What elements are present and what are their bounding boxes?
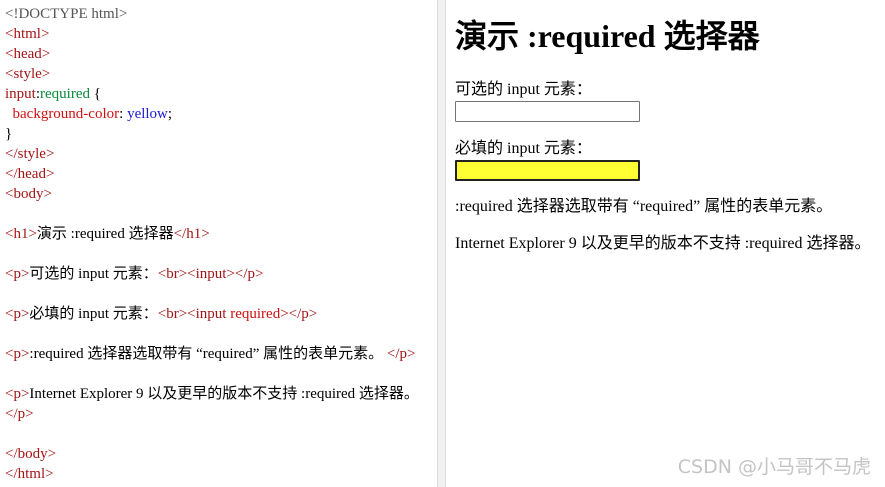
code-line[interactable]: ​: [5, 244, 419, 264]
code-line[interactable]: ​: [5, 424, 419, 444]
code-line[interactable]: ​: [5, 324, 419, 344]
csdn-watermark: CSDN @小马哥不马虎: [677, 456, 871, 478]
code-token: Internet Explorer 9 以及更早的版本不支持 :required…: [29, 386, 419, 402]
code-token: <p>: [5, 266, 30, 282]
code-token: input: [5, 86, 36, 102]
preview-pane: 演示 :required 选择器 可选的 input 元素： 必填的 input…: [446, 0, 885, 487]
code-line[interactable]: <!DOCTYPE html>: [5, 4, 419, 24]
code-token: required: [230, 306, 281, 322]
optional-input-paragraph: 可选的 input 元素：: [455, 80, 640, 122]
code-token: <p>: [5, 306, 30, 322]
code-editor-pane[interactable]: <!DOCTYPE html> <html> <head> <style> input:…: [0, 0, 437, 487]
code-token: </style>: [5, 146, 55, 162]
code-line[interactable]: <p>必填的 input 元素：<br><input required></p>: [5, 304, 419, 324]
code-line[interactable]: <p>可选的 input 元素：<br><input></p>: [5, 264, 419, 284]
code-line[interactable]: ​: [5, 284, 419, 304]
code-token: </h1>: [173, 226, 210, 242]
code-line[interactable]: </style>: [5, 144, 419, 164]
code-line[interactable]: <h1>演示 :required 选择器</h1>: [5, 224, 419, 244]
code-token: :required 选择器选取带有 “required” 属性的表单元素。: [29, 346, 387, 362]
code-line[interactable]: <head>: [5, 44, 419, 64]
code-token: </p>: [386, 346, 416, 362]
code-token: background-color: [12, 106, 120, 122]
code-token: 必填的 input 元素：: [29, 306, 158, 322]
code-token: <head>: [5, 46, 51, 62]
code-token: 可选的 input 元素：: [29, 266, 158, 282]
code-token: <h1>: [5, 226, 37, 242]
code-line[interactable]: }: [5, 124, 419, 144]
code-token: <p>: [5, 386, 30, 402]
code-token: }: [5, 126, 13, 142]
code-line[interactable]: <style>: [5, 64, 419, 84]
code-lines[interactable]: <!DOCTYPE html> <html> <head> <style> input:…: [5, 4, 419, 484]
code-token: </p>: [5, 406, 34, 422]
code-line[interactable]: </head>: [5, 164, 419, 184]
code-token: ></p>: [280, 306, 318, 322]
code-line[interactable]: <body>: [5, 184, 419, 204]
code-line[interactable]: input:required {: [5, 84, 419, 104]
code-line[interactable]: ​: [5, 204, 419, 224]
code-line[interactable]: </html>: [5, 464, 419, 484]
code-line[interactable]: ​: [5, 364, 419, 384]
code-token: yellow: [127, 106, 168, 122]
code-line[interactable]: <html>: [5, 24, 419, 44]
code-line[interactable]: </p>: [5, 404, 419, 424]
code-token: 演示 :required 选择器: [36, 226, 174, 242]
code-token: :: [119, 106, 128, 122]
code-token: <body>: [5, 186, 52, 202]
code-token: ;: [167, 106, 173, 122]
code-token: required: [40, 86, 90, 102]
code-token: <br><input: [157, 306, 231, 322]
screenshot-root: <!DOCTYPE html> <html> <head> <style> input:…: [0, 0, 885, 487]
preview-heading: 演示 :required 选择器: [455, 18, 760, 54]
code-line[interactable]: </body>: [5, 444, 419, 464]
code-token: {: [90, 86, 101, 102]
compatibility-paragraph: Internet Explorer 9 以及更早的版本不支持 :required…: [455, 235, 871, 252]
code-token: <style>: [5, 66, 51, 82]
code-line[interactable]: <p>:required 选择器选取带有 “required” 属性的表单元素。…: [5, 344, 419, 364]
code-token: </body>: [5, 446, 57, 462]
code-line[interactable]: <p>Internet Explorer 9 以及更早的版本不支持 :requi…: [5, 384, 419, 404]
code-token: <!DOCTYPE html>: [5, 6, 128, 22]
required-input-paragraph: 必填的 input 元素：: [455, 139, 640, 181]
pane-splitter[interactable]: [437, 0, 446, 487]
code-token: </html>: [5, 466, 54, 482]
code-token: <br><input></p>: [157, 266, 264, 282]
description-paragraph: :required 选择器选取带有 “required” 属性的表单元素。: [455, 198, 833, 215]
code-line[interactable]: background-color: yellow;: [5, 104, 419, 124]
required-input-label: 必填的 input 元素：: [455, 140, 592, 157]
code-token: <html>: [5, 26, 50, 42]
optional-input-field[interactable]: [455, 101, 640, 122]
code-token: <p>: [5, 346, 30, 362]
required-input-field[interactable]: [455, 160, 640, 181]
optional-input-label: 可选的 input 元素：: [455, 81, 592, 98]
code-token: </head>: [5, 166, 55, 182]
